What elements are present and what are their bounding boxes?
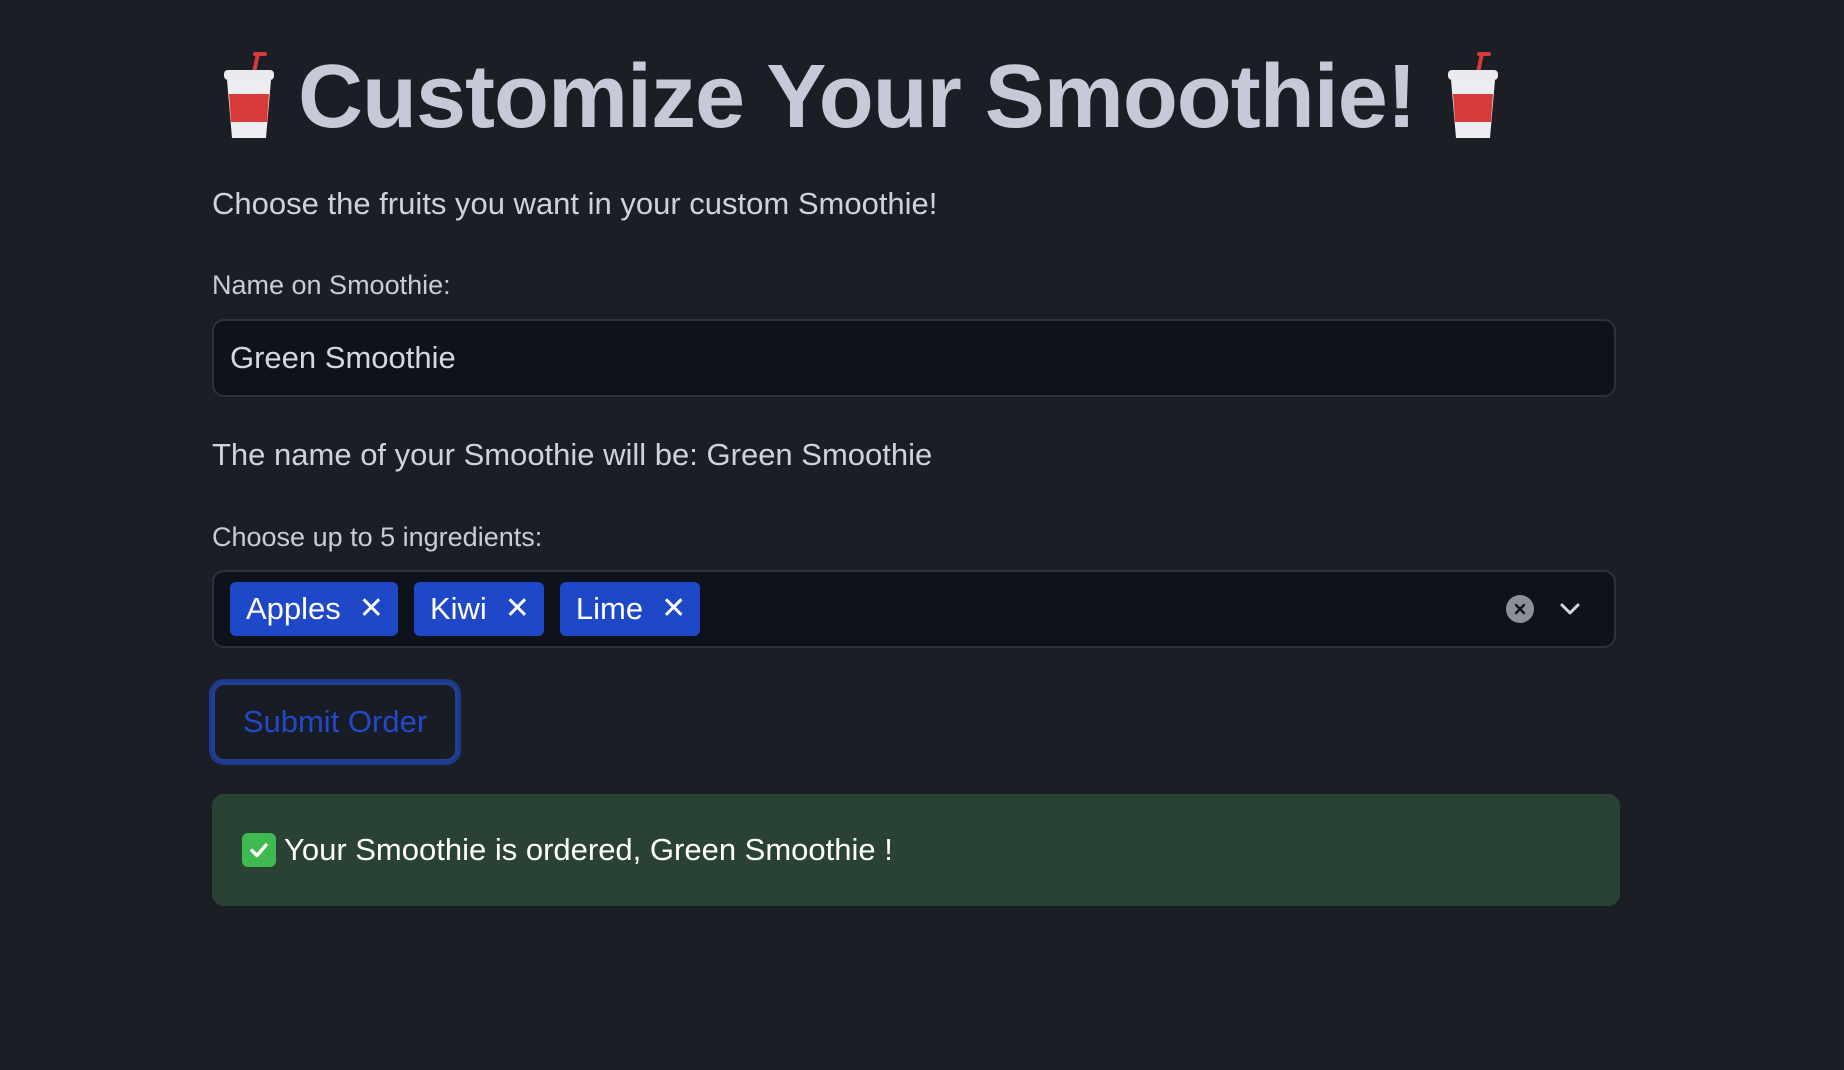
- submit-order-button[interactable]: Submit Order: [212, 682, 458, 762]
- ingredient-chip: Kiwi ✕: [413, 582, 544, 636]
- cup-with-straw-icon: [1444, 50, 1502, 144]
- success-alert: Your Smoothie is ordered, Green Smoothie…: [212, 794, 1620, 906]
- ingredients-label: Choose up to 5 ingredients:: [212, 522, 543, 552]
- chip-label: Lime: [575, 591, 644, 626]
- remove-chip-icon[interactable]: ✕: [505, 594, 530, 624]
- page-title-text: Customize Your Smoothie!: [298, 46, 1417, 147]
- remove-chip-icon[interactable]: ✕: [359, 594, 384, 624]
- chip-label: Kiwi: [429, 591, 487, 626]
- ingredient-chip: Lime ✕: [559, 582, 701, 636]
- ingredient-chip: Apples ✕: [230, 582, 398, 636]
- remove-chip-icon[interactable]: ✕: [661, 594, 686, 624]
- check-mark-icon: [242, 833, 276, 867]
- ingredients-multiselect[interactable]: Apples ✕ Kiwi ✕ Lime ✕: [212, 570, 1616, 648]
- page-title: Customize Your Smoothie!: [212, 42, 1502, 152]
- name-field-label: Name on Smoothie:: [212, 270, 451, 300]
- name-preview-text: The name of your Smoothie will be: Green…: [212, 437, 933, 472]
- success-message: Your Smoothie is ordered, Green Smoothie…: [284, 832, 893, 867]
- cup-with-straw-icon: [220, 50, 278, 144]
- chevron-down-icon[interactable]: [1556, 595, 1584, 623]
- clear-all-icon[interactable]: [1506, 595, 1534, 623]
- smoothie-name-input[interactable]: [212, 319, 1616, 397]
- subtitle: Choose the fruits you want in your custo…: [212, 186, 938, 221]
- chip-label: Apples: [246, 591, 341, 626]
